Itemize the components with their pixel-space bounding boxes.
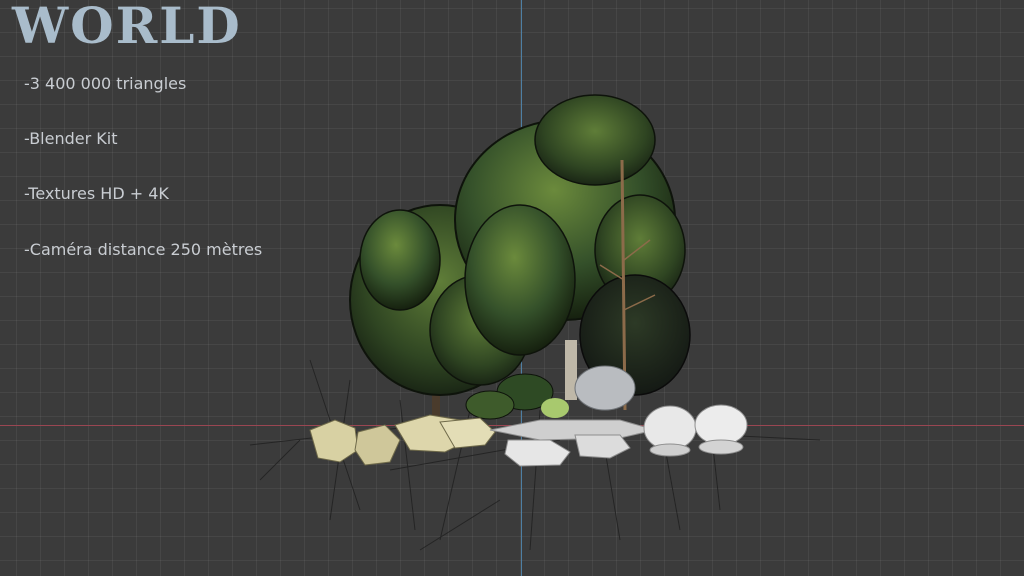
spec-camera-distance: -Caméra distance 250 mètres (24, 240, 263, 259)
white-rocks (489, 404, 748, 467)
spec-triangles: -3 400 000 triangles (24, 74, 187, 93)
spec-source: -Blender Kit (24, 129, 118, 148)
yellow-rocks (309, 414, 496, 466)
forest-island-model[interactable] (240, 80, 840, 560)
scene-title: WORLD (12, 0, 242, 55)
3d-viewport[interactable]: WORLD -3 400 000 triangles -Blender Kit … (0, 0, 1024, 576)
spec-textures: -Textures HD + 4K (24, 184, 169, 203)
